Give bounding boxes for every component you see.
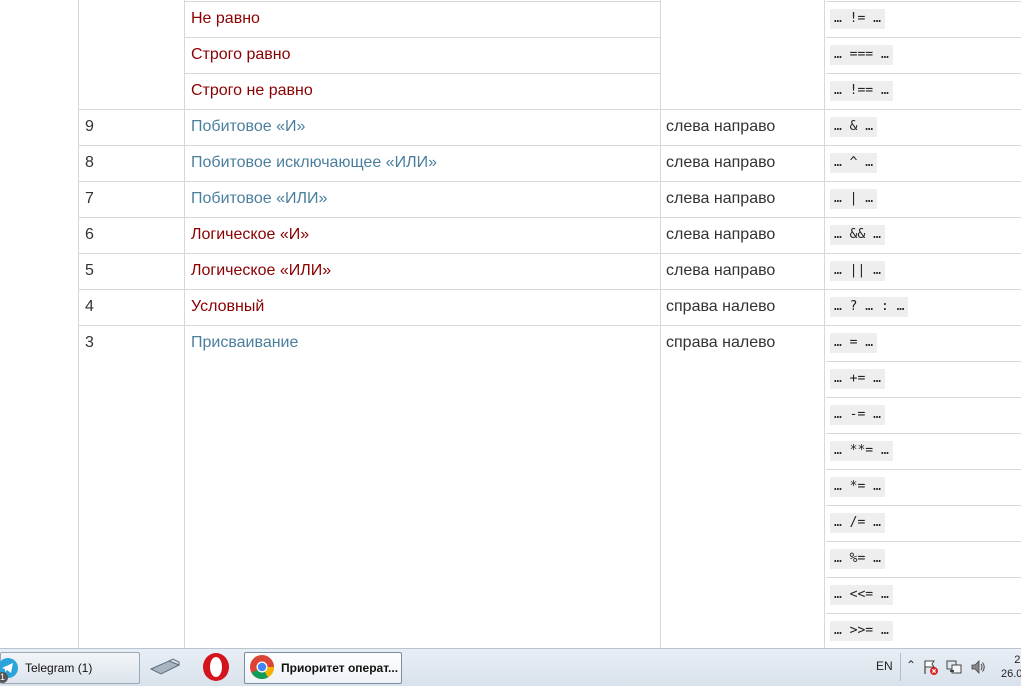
operator-name: Логическое «И» <box>191 226 310 243</box>
associativity: справа налево <box>666 334 776 351</box>
operator-syntax: … != … <box>830 9 885 29</box>
notification-badge: 1 <box>0 672 9 683</box>
operator-syntax: … <<= … <box>830 585 893 605</box>
row-divider <box>78 325 1021 326</box>
table-border-left <box>78 0 79 648</box>
opera-icon <box>201 652 231 685</box>
row-divider <box>826 577 1021 578</box>
network-icon[interactable] <box>946 659 962 675</box>
priority-number: 9 <box>85 118 94 135</box>
windows-taskbar: 1 Telegram (1) Приоритет операт... EN ⌃ … <box>0 648 1021 686</box>
operator-syntax: … | … <box>830 189 878 209</box>
language-indicator[interactable]: EN <box>876 659 893 673</box>
column-divider <box>824 0 825 648</box>
action-center-flag-icon[interactable] <box>922 659 938 675</box>
operator-name: Побитовое исключающее «ИЛИ» <box>191 154 437 171</box>
clock-date: 26.0 <box>1001 668 1021 680</box>
operator-syntax: … ^ … <box>830 153 878 173</box>
clock-time: 2 <box>1014 654 1021 666</box>
operator-name: Побитовое «И» <box>191 118 306 135</box>
volume-icon[interactable] <box>970 659 986 675</box>
column-divider <box>660 0 661 648</box>
row-divider <box>826 505 1021 506</box>
operator-name: Строго не равно <box>191 82 313 99</box>
row-divider <box>826 433 1021 434</box>
row-divider <box>826 1 1021 2</box>
row-divider <box>826 469 1021 470</box>
row-divider <box>78 289 1021 290</box>
chrome-icon <box>249 654 275 683</box>
usb-drive-icon <box>149 657 181 680</box>
row-divider <box>826 37 1021 38</box>
associativity: справа налево <box>666 298 776 315</box>
operator-syntax: … -= … <box>830 405 885 425</box>
operator-syntax: … *= … <box>830 477 885 497</box>
operator-syntax: … && … <box>830 225 885 245</box>
column-divider <box>184 0 185 648</box>
operator-syntax: … !== … <box>830 81 893 101</box>
associativity: слева направо <box>666 226 776 243</box>
operator-syntax: … >>= … <box>830 621 893 641</box>
priority-number: 7 <box>85 190 94 207</box>
row-divider <box>184 37 660 38</box>
operator-precedence-table: Не равно … != … Строго равно … === … Стр… <box>0 0 1021 648</box>
taskbar-telegram-button[interactable]: 1 Telegram (1) <box>0 652 140 684</box>
row-divider <box>78 217 1021 218</box>
operator-name: Присваивание <box>191 334 299 351</box>
priority-number: 4 <box>85 298 94 315</box>
operator-syntax: … & … <box>830 117 878 137</box>
operator-name: Побитовое «ИЛИ» <box>191 190 328 207</box>
operator-name: Не равно <box>191 10 260 27</box>
row-divider <box>826 73 1021 74</box>
tray-separator <box>900 653 901 681</box>
taskbar-chrome-button[interactable]: Приоритет операт... <box>244 652 402 684</box>
priority-number: 5 <box>85 262 94 279</box>
tray-expand-icon[interactable]: ⌃ <box>906 658 916 672</box>
taskbar-chrome-label: Приоритет операт... <box>281 661 399 675</box>
telegram-icon: 1 <box>0 657 19 683</box>
taskbar-opera-button[interactable] <box>194 652 238 684</box>
operator-name: Логическое «ИЛИ» <box>191 262 332 279</box>
operator-syntax: … %= … <box>830 549 885 569</box>
row-divider <box>78 109 1021 110</box>
operator-syntax: … /= … <box>830 513 885 533</box>
operator-syntax: … **= … <box>830 441 893 461</box>
priority-number: 8 <box>85 154 94 171</box>
operator-syntax: … += … <box>830 369 885 389</box>
system-clock[interactable]: 2 26.0 <box>1001 653 1021 681</box>
taskbar-telegram-label: Telegram (1) <box>25 661 93 675</box>
operator-name: Строго равно <box>191 46 291 63</box>
operator-syntax: … ? … : … <box>830 297 909 317</box>
row-divider <box>78 181 1021 182</box>
operator-syntax: … || … <box>830 261 885 281</box>
associativity: слева направо <box>666 190 776 207</box>
row-divider <box>78 145 1021 146</box>
row-divider <box>826 613 1021 614</box>
operator-syntax: … = … <box>830 333 878 353</box>
priority-number: 6 <box>85 226 94 243</box>
operator-name: Условный <box>191 298 265 315</box>
row-divider <box>826 361 1021 362</box>
row-divider <box>826 541 1021 542</box>
row-divider <box>184 73 660 74</box>
row-divider <box>78 253 1021 254</box>
associativity: слева направо <box>666 262 776 279</box>
associativity: слева направо <box>666 154 776 171</box>
priority-number: 3 <box>85 334 94 351</box>
associativity: слева направо <box>666 118 776 135</box>
taskbar-usb-button[interactable] <box>144 652 186 684</box>
row-divider <box>184 1 660 2</box>
operator-syntax: … === … <box>830 45 893 65</box>
row-divider <box>826 397 1021 398</box>
